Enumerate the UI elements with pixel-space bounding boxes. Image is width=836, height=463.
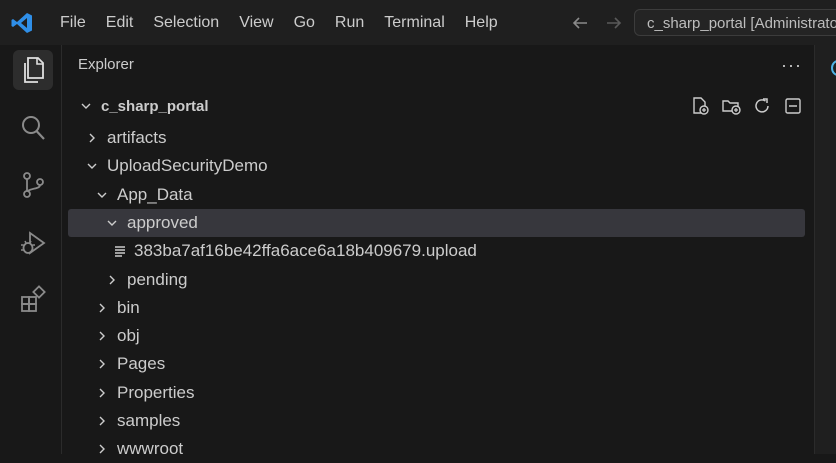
menu-edit[interactable]: Edit — [96, 0, 144, 45]
chevron-right-icon — [94, 413, 110, 429]
tree-file-item[interactable]: 383ba7af16be42ffa6ace6a18b409679.upload — [68, 237, 805, 265]
tree-item-label: App_Data — [117, 184, 193, 204]
chevron-down-icon — [104, 215, 120, 231]
tree-item-label: samples — [117, 411, 181, 430]
root-folder-label: c_sharp_portal — [101, 97, 209, 115]
new-folder-icon[interactable] — [720, 95, 742, 117]
chevron-right-icon — [94, 328, 110, 344]
tree-item-label: Properties — [117, 382, 195, 402]
tree-item-label: artifacts — [107, 128, 167, 147]
chevron-down-icon — [84, 158, 100, 174]
collapse-all-icon[interactable] — [782, 95, 804, 117]
back-arrow-icon[interactable] — [568, 11, 592, 35]
tree-folder-item[interactable]: UploadSecurityDemo — [68, 152, 805, 180]
tree-item-label: 383ba7af16be42ffa6ace6a18b409679.upload — [134, 241, 477, 261]
tree-folder-item[interactable]: Properties — [68, 379, 805, 407]
chevron-right-icon — [94, 300, 110, 316]
more-actions-icon[interactable]: ··· — [781, 55, 802, 76]
menu-run[interactable]: Run — [325, 0, 374, 45]
explorer-icon[interactable] — [13, 50, 53, 90]
command-center-search[interactable]: c_sharp_portal [Administrator] — [634, 9, 836, 36]
menu-bar: File Edit Selection View Go Run Terminal… — [50, 0, 508, 45]
tree-folder-item[interactable]: artifacts — [68, 124, 805, 152]
chevron-right-icon — [94, 385, 110, 401]
chevron-right-icon — [94, 441, 110, 457]
forward-arrow-icon[interactable] — [602, 11, 626, 35]
tree-item-label: approved — [127, 212, 198, 232]
menu-help[interactable]: Help — [455, 0, 508, 45]
refresh-icon[interactable] — [751, 95, 773, 117]
tree-item-label: bin — [117, 297, 140, 317]
tree-folder-item[interactable]: App_Data — [68, 181, 805, 209]
tree-folder-item[interactable]: obj — [68, 322, 805, 350]
chevron-right-icon — [94, 356, 110, 372]
chevron-down-icon — [78, 98, 94, 114]
search-icon[interactable] — [13, 108, 53, 148]
tree-folder-item[interactable]: bin — [68, 294, 805, 322]
tree-folder-item[interactable]: Pages — [68, 350, 805, 378]
tree-folder-item[interactable]: approved — [68, 208, 805, 237]
new-file-icon[interactable] — [689, 95, 711, 117]
tree-item-label: Pages — [117, 354, 166, 374]
tree-item-label: wwwroot — [117, 439, 184, 459]
explorer-title: Explorer — [78, 56, 134, 73]
tree-folder-item[interactable]: samples — [68, 407, 805, 435]
chevron-down-icon — [94, 187, 110, 203]
menu-view[interactable]: View — [229, 0, 283, 45]
source-control-icon[interactable] — [13, 165, 53, 205]
file-lines-icon — [112, 243, 128, 259]
tree-folder-item[interactable]: pending — [68, 266, 805, 294]
tree-item-label: obj — [117, 326, 140, 346]
editor-indicator-icon — [831, 60, 836, 76]
menu-selection[interactable]: Selection — [143, 0, 229, 45]
vscode-logo-icon — [10, 11, 34, 35]
explorer-sidebar: Explorer ··· c_sharp_portal artifacts Upl… — [62, 45, 814, 458]
chevron-right-icon — [84, 130, 100, 146]
run-debug-icon[interactable] — [13, 223, 53, 263]
chevron-right-icon — [104, 272, 120, 288]
menu-terminal[interactable]: Terminal — [374, 0, 454, 45]
extensions-icon[interactable] — [13, 280, 53, 320]
editor-area — [814, 45, 836, 454]
tree-folder-item[interactable]: wwwroot — [68, 435, 805, 463]
title-bar: File Edit Selection View Go Run Terminal… — [0, 0, 836, 45]
tree-item-label: pending — [127, 269, 188, 289]
menu-file[interactable]: File — [50, 0, 96, 45]
activity-bar — [0, 45, 62, 454]
tree-item-label: UploadSecurityDemo — [107, 156, 268, 176]
menu-go[interactable]: Go — [284, 0, 325, 45]
